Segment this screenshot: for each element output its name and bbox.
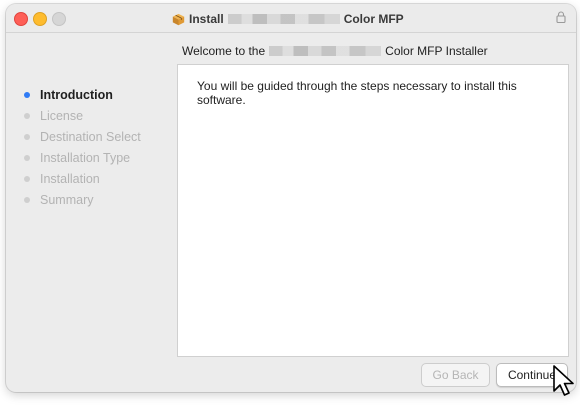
step-destination-select: Destination Select: [20, 126, 180, 147]
step-label: License: [40, 108, 84, 123]
step-indicator-dot: [24, 133, 30, 140]
go-back-button[interactable]: Go Back: [421, 363, 490, 387]
content-pane: You will be guided through the steps nec…: [177, 64, 569, 357]
window-title-suffix: Color MFP: [343, 12, 404, 26]
package-icon: [172, 13, 185, 25]
step-label: Installation Type: [40, 150, 131, 165]
step-label: Summary: [40, 192, 94, 207]
minimize-window-button[interactable]: [33, 12, 47, 26]
step-label: Destination Select: [40, 129, 141, 144]
step-indicator-dot: [24, 112, 30, 119]
step-installation: Installation: [20, 168, 180, 189]
step-license: License: [20, 105, 180, 126]
window-title: Install Color MFP: [172, 11, 404, 27]
redacted-product-name: [227, 14, 340, 24]
step-indicator-dot: [24, 154, 30, 161]
step-indicator-dot: [24, 91, 30, 98]
step-introduction: Introduction: [20, 84, 180, 105]
step-summary: Summary: [20, 189, 180, 210]
introduction-text: You will be guided through the steps nec…: [197, 79, 517, 107]
step-indicator-dot: [24, 196, 30, 203]
lock-icon: [556, 11, 566, 23]
installer-heading: Welcome to the Color MFP Installer: [182, 44, 488, 58]
close-window-button[interactable]: [14, 12, 28, 26]
arrow-cursor-icon: [553, 365, 574, 396]
step-label: Installation: [40, 171, 100, 186]
step-installation-type: Installation Type: [20, 147, 180, 168]
heading-suffix: Color MFP Installer: [385, 44, 488, 58]
step-label: Introduction: [40, 87, 113, 102]
heading-prefix: Welcome to the: [182, 44, 266, 58]
steps-sidebar: Introduction License Destination Select …: [20, 84, 180, 210]
installer-window: Install Color MFP Welcome to the Color M…: [6, 4, 576, 392]
redacted-product-name: [269, 46, 382, 56]
step-indicator-dot: [24, 175, 30, 182]
title-bar: Install Color MFP: [6, 4, 576, 33]
window-title-prefix: Install: [189, 12, 224, 26]
zoom-window-button[interactable]: [52, 12, 66, 26]
